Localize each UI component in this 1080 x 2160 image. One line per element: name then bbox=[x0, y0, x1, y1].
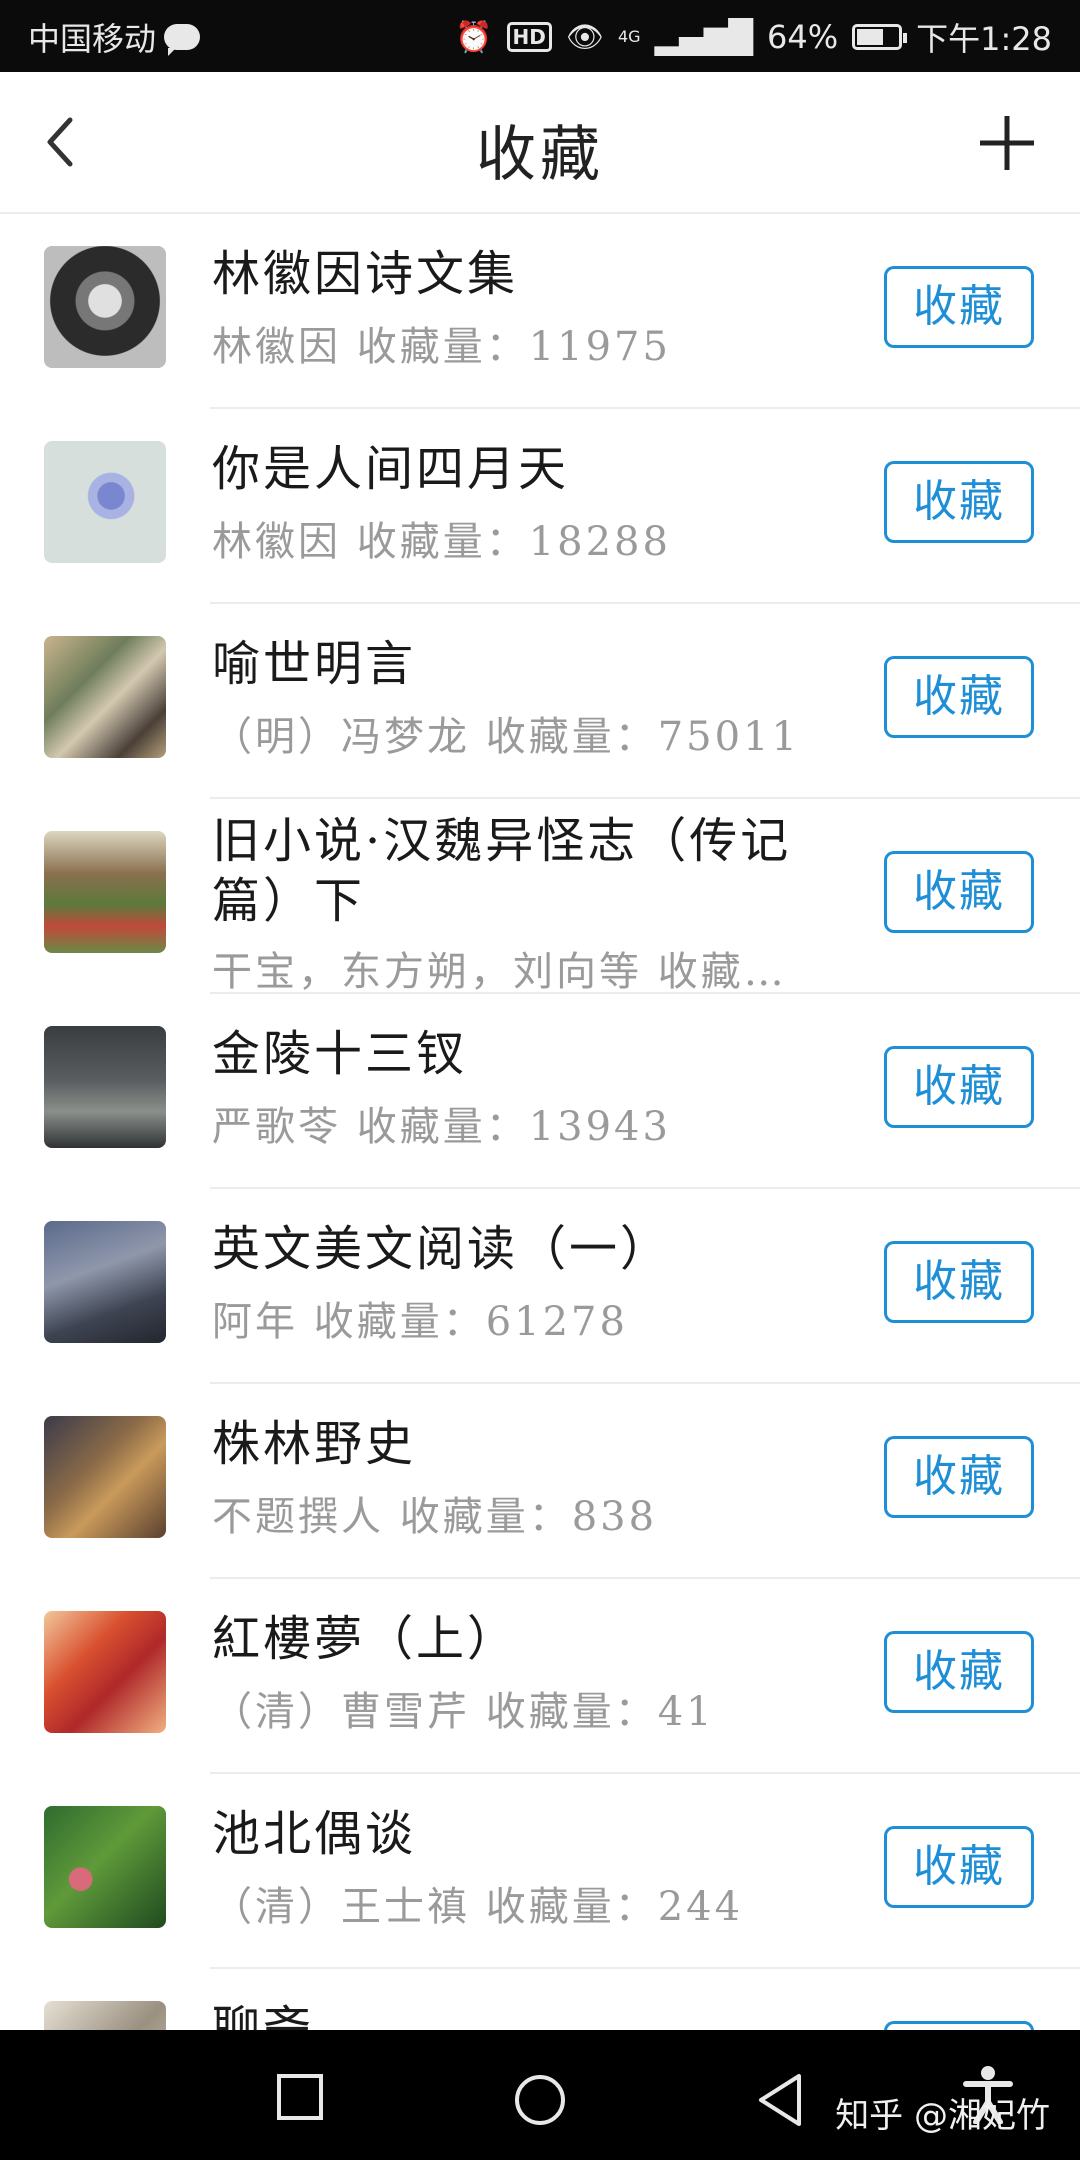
book-cover bbox=[44, 2001, 166, 2030]
clock: 下午1:28 bbox=[916, 20, 1052, 58]
list-item[interactable]: 金陵十三钗 严歌苓 收藏量：13943 收藏 bbox=[0, 994, 1080, 1189]
list-item[interactable]: 旧小说·汉魏异怪志（传记篇）下 干宝，东方朔，刘向等 收藏… 收藏 bbox=[0, 799, 1080, 995]
carrier-label: 中国移动 bbox=[28, 20, 157, 58]
book-meta: （清）王士禛 收藏量：244 bbox=[212, 1884, 744, 1930]
collect-button[interactable]: 收藏 bbox=[884, 1631, 1034, 1713]
list-item[interactable]: 聊斋 收藏 bbox=[0, 1969, 1080, 2030]
book-meta: 阿年 收藏量：61278 bbox=[212, 1299, 628, 1345]
collect-button[interactable]: 收藏 bbox=[884, 1241, 1034, 1323]
book-title: 旧小说·汉魏异怪志（传记篇）下 bbox=[212, 813, 792, 929]
watermark-text: 知乎 @湘妃竹 bbox=[835, 2096, 1050, 2136]
message-icon bbox=[164, 24, 201, 56]
book-cover bbox=[44, 636, 166, 758]
collect-button[interactable]: 收藏 bbox=[884, 2021, 1034, 2030]
hd-icon: HD bbox=[506, 22, 552, 52]
book-meta: 林徽因 收藏量：11975 bbox=[212, 324, 671, 370]
square-nav-icon[interactable] bbox=[275, 2072, 325, 2122]
battery-icon bbox=[852, 24, 908, 50]
list-item[interactable]: 喻世明言 （明）冯梦龙 收藏量：75011 收藏 bbox=[0, 604, 1080, 799]
collect-button[interactable]: 收藏 bbox=[884, 461, 1034, 543]
book-meta: （明）冯梦龙 收藏量：75011 bbox=[212, 714, 800, 760]
book-title: 金陵十三钗 bbox=[212, 1026, 468, 1082]
book-title: 英文美文阅读（一） bbox=[212, 1221, 672, 1277]
book-cover bbox=[44, 1026, 166, 1148]
collect-button[interactable]: 收藏 bbox=[884, 851, 1034, 933]
book-cover bbox=[44, 1416, 166, 1538]
plus-icon[interactable] bbox=[976, 112, 1038, 174]
list-item[interactable]: 株林野史 不题撰人 收藏量：838 收藏 bbox=[0, 1384, 1080, 1579]
eye-icon: 👁 bbox=[565, 19, 604, 55]
book-title: 株林野史 bbox=[212, 1416, 417, 1472]
collect-button[interactable]: 收藏 bbox=[884, 1046, 1034, 1128]
book-title: 池北偶谈 bbox=[212, 1806, 417, 1862]
collect-button[interactable]: 收藏 bbox=[884, 656, 1034, 738]
book-cover bbox=[44, 831, 166, 953]
collect-button[interactable]: 收藏 bbox=[884, 1436, 1034, 1518]
book-title: 紅樓夢（上） bbox=[212, 1611, 519, 1667]
favorites-list: 林徽因诗文集 林徽因 收藏量：11975 收藏 你是人间四月天 林徽因 收藏量：… bbox=[0, 214, 1080, 2030]
list-item[interactable]: 林徽因诗文集 林徽因 收藏量：11975 收藏 bbox=[0, 214, 1080, 409]
signal-icon: ▂▄▆█ bbox=[654, 18, 753, 56]
book-meta: （清）曹雪芹 收藏量：41 bbox=[212, 1689, 715, 1735]
collect-button[interactable]: 收藏 bbox=[884, 266, 1034, 348]
battery-level bbox=[857, 29, 884, 45]
app-header: 收藏 bbox=[0, 72, 1080, 214]
collect-button[interactable]: 收藏 bbox=[884, 1826, 1034, 1908]
book-title: 你是人间四月天 bbox=[212, 441, 570, 497]
book-meta: 严歌苓 收藏量：13943 bbox=[212, 1104, 671, 1150]
triangle-nav-icon[interactable] bbox=[755, 2072, 805, 2128]
book-cover bbox=[44, 1221, 166, 1343]
battery-percent: 64% bbox=[767, 18, 839, 56]
alarm-icon: ⏰ bbox=[455, 19, 493, 55]
book-cover bbox=[44, 246, 166, 368]
list-item[interactable]: 池北偶谈 （清）王士禛 收藏量：244 收藏 bbox=[0, 1774, 1080, 1969]
circle-nav-icon[interactable] bbox=[512, 2072, 568, 2128]
book-meta: 干宝，东方朔，刘向等 收藏… bbox=[212, 949, 787, 995]
status-bar: 中国移动 ⏰ HD 👁 4G ▂▄▆█ 64% 下午1:28 bbox=[0, 0, 1080, 72]
book-meta: 林徽因 收藏量：18288 bbox=[212, 519, 671, 565]
book-title: 林徽因诗文集 bbox=[212, 246, 519, 302]
book-meta: 不题撰人 收藏量：838 bbox=[212, 1494, 658, 1540]
network-type: 4G bbox=[617, 27, 641, 46]
book-cover bbox=[44, 1806, 166, 1928]
book-title: 聊斋 bbox=[212, 2001, 315, 2030]
book-cover bbox=[44, 1611, 166, 1733]
book-title: 喻世明言 bbox=[212, 636, 417, 692]
page-title: 收藏 bbox=[476, 120, 604, 190]
list-item[interactable]: 英文美文阅读（一） 阿年 收藏量：61278 收藏 bbox=[0, 1189, 1080, 1384]
list-item[interactable]: 紅樓夢（上） （清）曹雪芹 收藏量：41 收藏 bbox=[0, 1579, 1080, 1774]
list-item[interactable]: 你是人间四月天 林徽因 收藏量：18288 收藏 bbox=[0, 409, 1080, 604]
book-cover bbox=[44, 441, 166, 563]
